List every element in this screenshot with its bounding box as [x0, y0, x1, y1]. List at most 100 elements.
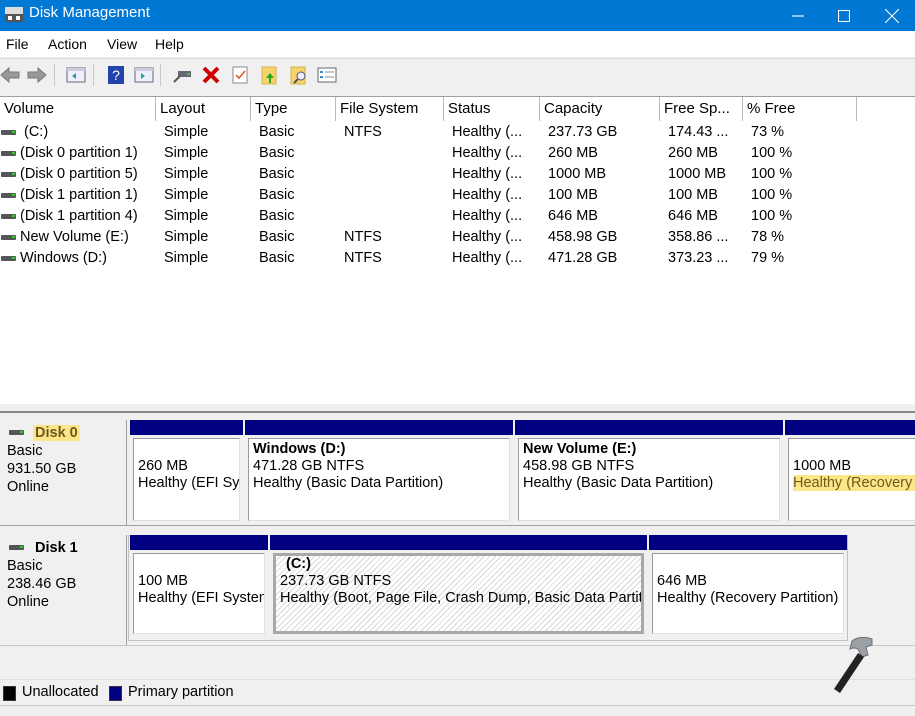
- disk-0-info[interactable]: Disk 0 Basic 931.50 GB Online: [0, 420, 127, 525]
- toolbar-separator: [54, 64, 55, 86]
- volume-row[interactable]: (Disk 0 partition 5) Simple Basic Healthy (…: [0, 164, 915, 185]
- partition-status: Healthy (EFI System Partition): [138, 590, 264, 606]
- disk-0-name: Disk 0: [33, 425, 80, 441]
- column-header-layout[interactable]: Layout: [156, 97, 251, 121]
- volume-row[interactable]: (Disk 1 partition 4) Simple Basic Healthy (…: [0, 206, 915, 227]
- partition-size: 458.98 GB NTFS: [523, 458, 635, 474]
- legend: Unallocated Primary partition: [0, 679, 915, 703]
- partition-status: Healthy (Boot, Page File, Crash Dump, Ba…: [280, 590, 644, 606]
- show-hide-console-tree-icon[interactable]: [66, 65, 86, 85]
- disk-0-partition-1[interactable]: 260 MBHealthy (EFI System Partition): [130, 420, 243, 525]
- column-header-capacity[interactable]: Capacity: [540, 97, 660, 121]
- forward-icon[interactable]: [27, 65, 47, 85]
- svg-text:?: ?: [112, 67, 120, 83]
- cell-volume: New Volume (E:): [20, 229, 129, 245]
- partition-status: Healthy (Recovery Partition): [657, 590, 839, 606]
- disk-1-partition-recovery[interactable]: 646 MB Healthy (Recovery Partition): [649, 535, 847, 638]
- primary-partition-bar: [649, 535, 847, 550]
- connect-drive-icon[interactable]: [172, 65, 192, 85]
- disk-0-partition-recovery[interactable]: 1000 MBHealthy (Recovery Partition): [785, 420, 915, 525]
- disk-1-info[interactable]: Disk 1 Basic 238.46 GB Online: [0, 535, 127, 645]
- cell-type: Basic: [259, 166, 295, 182]
- partition-status: Healthy (Basic Data Partition): [523, 475, 714, 491]
- cell-volume: (Disk 0 partition 5): [20, 166, 138, 182]
- properties-check-icon[interactable]: [230, 65, 250, 85]
- cell-capacity: 237.73 GB: [548, 124, 618, 140]
- show-hide-action-pane-icon[interactable]: [134, 65, 154, 85]
- partition-size: 100 MB: [138, 573, 188, 589]
- toolbar: ?: [0, 58, 915, 90]
- legend-primary-label: Primary partition: [128, 684, 234, 700]
- maximize-button[interactable]: [821, 0, 867, 31]
- column-header-free-space[interactable]: Free Sp...: [660, 97, 743, 121]
- cell-free-space: 174.43 ...: [668, 124, 729, 140]
- menu-action[interactable]: Action: [48, 36, 87, 52]
- volume-row[interactable]: (Disk 0 partition 1) Simple Basic Healthy (…: [0, 143, 915, 164]
- cell-volume: Windows (D:): [20, 250, 108, 266]
- back-icon[interactable]: [0, 65, 20, 85]
- volume-row[interactable]: Windows (D:) Simple Basic NTFS Healthy (... 4…: [0, 248, 915, 269]
- volume-drive-icon: [1, 193, 16, 198]
- cell-layout: Simple: [164, 187, 209, 203]
- status-bar: [0, 705, 915, 716]
- disk-1-partition-c[interactable]: (C:) 237.73 GB NTFS Healthy (Boot, Page Fi…: [270, 535, 647, 638]
- cell-volume: (Disk 1 partition 4): [20, 208, 138, 224]
- menu-view[interactable]: View: [107, 36, 137, 52]
- disk-0-type: Basic: [7, 443, 43, 459]
- disk-1-partition-1[interactable]: 100 MBHealthy (EFI System Partition): [130, 535, 268, 638]
- primary-partition-bar: [130, 535, 268, 550]
- delete-icon[interactable]: [201, 65, 221, 85]
- column-header-status[interactable]: Status: [444, 97, 540, 121]
- column-header-empty: [857, 97, 915, 121]
- help-icon[interactable]: ?: [106, 65, 126, 85]
- primary-partition-bar: [245, 420, 513, 435]
- cell-percent-free: 100 %: [751, 145, 793, 161]
- disk-0-partition-windows-d[interactable]: Windows (D:) 471.28 GB NTFS Healthy (Basic…: [245, 420, 513, 525]
- menu-file[interactable]: File: [6, 36, 29, 52]
- explore-folder-icon[interactable]: [289, 65, 309, 85]
- cell-status: Healthy (...: [452, 208, 523, 224]
- minimize-icon: [792, 14, 804, 17]
- cell-type: Basic: [259, 250, 295, 266]
- cell-capacity: 646 MB: [548, 208, 598, 224]
- cell-volume: (Disk 1 partition 1): [20, 187, 138, 203]
- cell-status: Healthy (...: [452, 187, 523, 203]
- disk-0-partition-new-volume-e[interactable]: New Volume (E:) 458.98 GB NTFS Healthy (Ba…: [515, 420, 783, 525]
- partition-title: (C:): [286, 556, 311, 572]
- window-title: Disk Management: [29, 4, 150, 21]
- cell-percent-free: 73 %: [751, 124, 785, 140]
- cell-percent-free: 79 %: [751, 250, 785, 266]
- column-header-percent-free[interactable]: % Free: [743, 97, 857, 121]
- volume-row[interactable]: (C:) Simple Basic NTFS Healthy (... 237.73 GB…: [0, 122, 915, 143]
- settings-list-icon[interactable]: [317, 65, 337, 85]
- partition-size: 646 MB: [657, 573, 707, 589]
- menu-help[interactable]: Help: [155, 36, 184, 52]
- cell-type: Basic: [259, 145, 295, 161]
- column-header-file-system[interactable]: File System: [336, 97, 444, 121]
- toolbar-separator: [160, 64, 161, 86]
- volume-row[interactable]: New Volume (E:) Simple Basic NTFS Healthy (.…: [0, 227, 915, 248]
- disk-1-state: Online: [7, 594, 49, 610]
- partition-status: Healthy (Recovery Partition): [793, 475, 915, 491]
- disk-0-state: Online: [7, 479, 49, 495]
- disk-0-size: 931.50 GB: [7, 461, 77, 477]
- menu-bar: File Action View Help: [0, 31, 915, 57]
- primary-partition-bar: [270, 535, 647, 550]
- open-folder-up-icon[interactable]: [260, 65, 280, 85]
- cell-free-space: 646 MB: [668, 208, 718, 224]
- pane-splitter[interactable]: [0, 404, 915, 413]
- minimize-button[interactable]: [775, 0, 821, 31]
- cell-layout: Simple: [164, 145, 209, 161]
- cell-status: Healthy (...: [452, 145, 523, 161]
- cell-status: Healthy (...: [452, 229, 523, 245]
- volume-drive-icon: [1, 235, 16, 240]
- column-header-type[interactable]: Type: [251, 97, 336, 121]
- volume-row[interactable]: (Disk 1 partition 1) Simple Basic Healthy (…: [0, 185, 915, 206]
- disk-0-row: Disk 0 Basic 931.50 GB Online 260 MB Heal…: [0, 420, 915, 526]
- disk-1-size: 238.46 GB: [7, 576, 77, 592]
- cell-file-system: NTFS: [344, 229, 382, 245]
- close-button[interactable]: [869, 0, 915, 31]
- volume-list-header: Volume Layout Type File System Status Ca…: [0, 97, 915, 121]
- cell-layout: Simple: [164, 250, 209, 266]
- column-header-volume[interactable]: Volume: [0, 97, 156, 121]
